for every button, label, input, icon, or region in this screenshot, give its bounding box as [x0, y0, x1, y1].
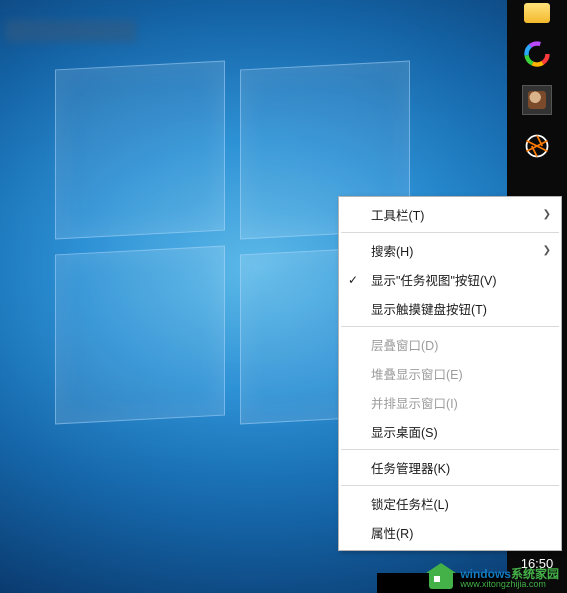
menu-item: 并排显示窗口(I): [339, 388, 561, 417]
menu-item[interactable]: 工具栏(T) ❯: [339, 200, 561, 229]
taskbar-context-menu: 工具栏(T) ❯ 搜索(H) ❯ ✓ 显示"任务视图"按钮(V) 显示触摸键盘按钮(T) 层叠…: [338, 196, 562, 551]
chevron-right-icon: ❯: [543, 209, 551, 220]
menu-separator: [341, 449, 559, 450]
menu-item: 层叠窗口(D): [339, 330, 561, 359]
menu-item-label: 层叠窗口(D): [371, 335, 438, 354]
color-wheel-icon[interactable]: [522, 39, 552, 69]
house-icon: [426, 567, 456, 589]
menu-item[interactable]: 显示触摸键盘按钮(T): [339, 294, 561, 323]
menu-item-label: 任务管理器(K): [371, 458, 450, 477]
menu-item[interactable]: ✓ 显示"任务视图"按钮(V): [339, 265, 561, 294]
menu-item-label: 显示"任务视图"按钮(V): [371, 270, 497, 289]
check-icon: ✓: [348, 273, 358, 287]
menu-item-label: 并排显示窗口(I): [371, 393, 458, 412]
menu-item-label: 显示桌面(S): [371, 422, 438, 441]
app-avatar-icon[interactable]: [522, 85, 552, 115]
file-explorer-icon[interactable]: [524, 3, 550, 23]
menu-item: 堆叠显示窗口(E): [339, 359, 561, 388]
menu-item[interactable]: 搜索(H) ❯: [339, 236, 561, 265]
menu-item-label: 搜索(H): [371, 241, 413, 260]
menu-item[interactable]: 属性(R): [339, 518, 561, 547]
watermark: windows系统家园 www.xitongzhijia.com: [426, 567, 559, 589]
watermark-url: www.xitongzhijia.com: [460, 580, 559, 589]
menu-item[interactable]: 显示桌面(S): [339, 417, 561, 446]
menu-item-label: 属性(R): [371, 523, 413, 542]
menu-separator: [341, 232, 559, 233]
aperture-icon[interactable]: [522, 131, 552, 161]
menu-item-label: 堆叠显示窗口(E): [371, 364, 463, 383]
blurred-region: [6, 20, 136, 42]
menu-item-label: 工具栏(T): [371, 205, 424, 224]
menu-item[interactable]: 锁定任务栏(L): [339, 489, 561, 518]
menu-item-label: 显示触摸键盘按钮(T): [371, 299, 487, 318]
menu-separator: [341, 485, 559, 486]
menu-item[interactable]: 任务管理器(K): [339, 453, 561, 482]
menu-item-label: 锁定任务栏(L): [371, 494, 449, 513]
chevron-right-icon: ❯: [543, 245, 551, 256]
desktop[interactable]: 16:50 工具栏(T)❯搜索(H)❯✓显示"任务视图"按钮(V)显示触摸键盘按…: [0, 0, 567, 593]
menu-separator: [341, 326, 559, 327]
